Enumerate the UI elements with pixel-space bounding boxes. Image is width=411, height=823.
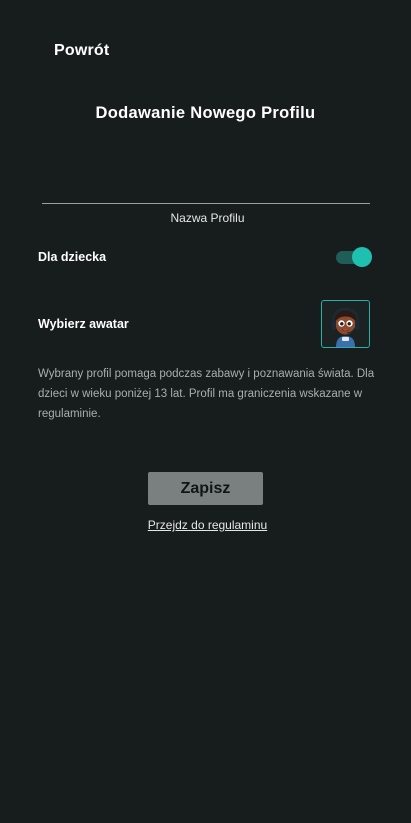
back-link[interactable]: Powrót [54,42,109,60]
profile-name-label: Nazwa Profilu [170,211,245,225]
child-profile-label: Dla dziecka [38,250,107,264]
profile-description: Wybrany profil pomaga podczas zabawy i p… [38,368,375,420]
terms-link[interactable]: Przejdz do regulaminu [0,518,411,532]
page-title: Dodawanie Nowego Profilu [95,104,316,122]
child-profile-toggle[interactable] [336,247,372,267]
save-button[interactable]: Zapisz [148,472,263,505]
avatar-picker[interactable] [321,300,370,348]
choose-avatar-label: Wybierz awatar [38,317,129,331]
profile-name-input[interactable] [42,174,370,204]
toggle-knob [352,247,372,267]
child-with-headphones-avatar-icon [331,307,360,347]
